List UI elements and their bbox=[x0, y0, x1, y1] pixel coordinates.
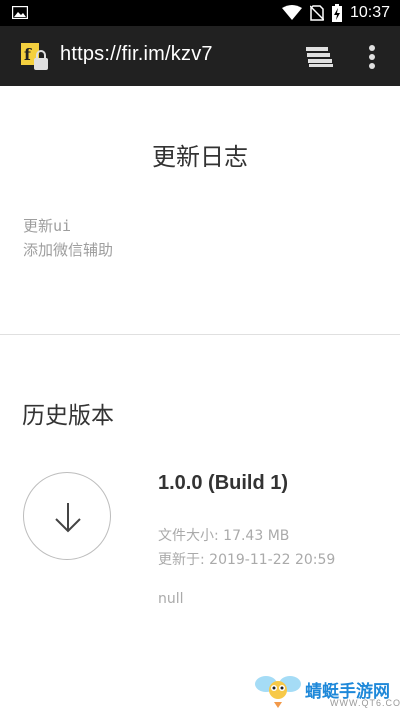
no-sim-icon bbox=[309, 5, 324, 21]
browser-toolbar: f https://fir.im/kzv7 bbox=[0, 26, 400, 86]
image-notification-icon bbox=[12, 6, 28, 19]
release-notes: null bbox=[158, 591, 184, 607]
svg-text:f: f bbox=[24, 45, 32, 64]
watermark-url: WWW.QT6.COM bbox=[330, 698, 400, 708]
more-vert-icon[interactable] bbox=[366, 44, 378, 70]
file-size: 文件大小: 17.43 MB bbox=[158, 528, 290, 544]
section-divider bbox=[0, 334, 400, 335]
battery-charging-icon bbox=[331, 4, 342, 22]
wifi-icon bbox=[281, 5, 302, 20]
clock: 10:37 bbox=[349, 4, 390, 21]
arrow-down-icon bbox=[55, 503, 81, 533]
url-bar[interactable]: https://fir.im/kzv7 bbox=[60, 43, 213, 66]
watermark-logo: 蜻蜓手游网 WWW.QT6.COM bbox=[250, 670, 400, 711]
dragonfly-logo-icon bbox=[255, 676, 301, 708]
changelog-title: 更新日志 bbox=[152, 143, 248, 171]
tabs-stack-icon[interactable] bbox=[305, 46, 333, 68]
version-label: 1.0.0 (Build 1) bbox=[158, 472, 289, 494]
changelog-entry: 更新ui bbox=[23, 217, 72, 235]
history-title: 历史版本 bbox=[22, 403, 114, 429]
changelog-entry: 添加微信辅助 bbox=[23, 241, 114, 259]
download-button[interactable] bbox=[23, 472, 111, 560]
update-date: 更新于: 2019-11-22 20:59 bbox=[158, 552, 336, 568]
fir-lock-icon[interactable]: f bbox=[20, 42, 50, 72]
status-bar: 10:37 bbox=[0, 0, 400, 26]
